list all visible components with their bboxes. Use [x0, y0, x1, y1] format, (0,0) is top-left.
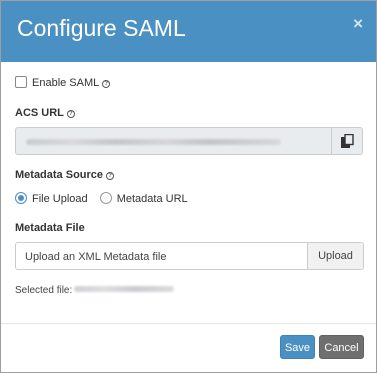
question-circle-icon[interactable]: ?: [106, 172, 115, 180]
acs-url-field[interactable]: [15, 127, 363, 155]
metadata-source-label: Metadata Source: [15, 169, 104, 181]
radio-file-upload-label[interactable]: File Upload: [32, 193, 88, 205]
metadata-source-label-row: Metadata Source?: [15, 169, 115, 181]
cancel-button[interactable]: Cancel: [319, 335, 364, 359]
footer-divider: [1, 323, 376, 324]
acs-url-label: ACS URL: [15, 107, 64, 119]
question-circle-icon[interactable]: ?: [102, 80, 111, 88]
metadata-source-radio-group: File Upload Metadata URL: [15, 192, 197, 205]
upload-button[interactable]: Upload: [307, 243, 363, 269]
metadata-file-placeholder[interactable]: Upload an XML Metadata file: [25, 251, 166, 263]
radio-metadata-url-label[interactable]: Metadata URL: [117, 193, 188, 205]
selected-file-name-redacted: [74, 286, 175, 292]
close-icon[interactable]: ×: [353, 15, 363, 32]
dialog-header: Configure SAML ×: [1, 1, 376, 62]
configure-saml-dialog: Configure SAML × Enable SAML? ACS URL? M…: [0, 0, 377, 373]
radio-metadata-url[interactable]: Metadata URL: [99, 192, 188, 205]
metadata-file-label: Metadata File: [15, 222, 85, 234]
radio-file-upload[interactable]: File Upload: [15, 192, 88, 205]
enable-saml-row: Enable SAML?: [15, 76, 111, 89]
dialog-title: Configure SAML: [17, 15, 186, 41]
enable-saml-checkbox[interactable]: [15, 76, 27, 88]
selected-file-row: Selected file:: [15, 285, 175, 296]
acs-url-value-redacted: [26, 139, 281, 145]
metadata-file-field[interactable]: Upload an XML Metadata file Upload: [15, 242, 364, 270]
selected-file-label: Selected file:: [15, 285, 73, 296]
acs-url-label-row: ACS URL?: [15, 107, 75, 119]
copy-acs-url-button[interactable]: [331, 128, 362, 154]
radio-metadata-url-circle[interactable]: [99, 192, 112, 204]
copy-icon: [341, 134, 354, 148]
radio-file-upload-circle[interactable]: [15, 192, 27, 204]
enable-saml-label[interactable]: Enable SAML: [32, 77, 99, 89]
save-button[interactable]: Save: [280, 335, 315, 359]
question-circle-icon[interactable]: ?: [66, 110, 75, 118]
